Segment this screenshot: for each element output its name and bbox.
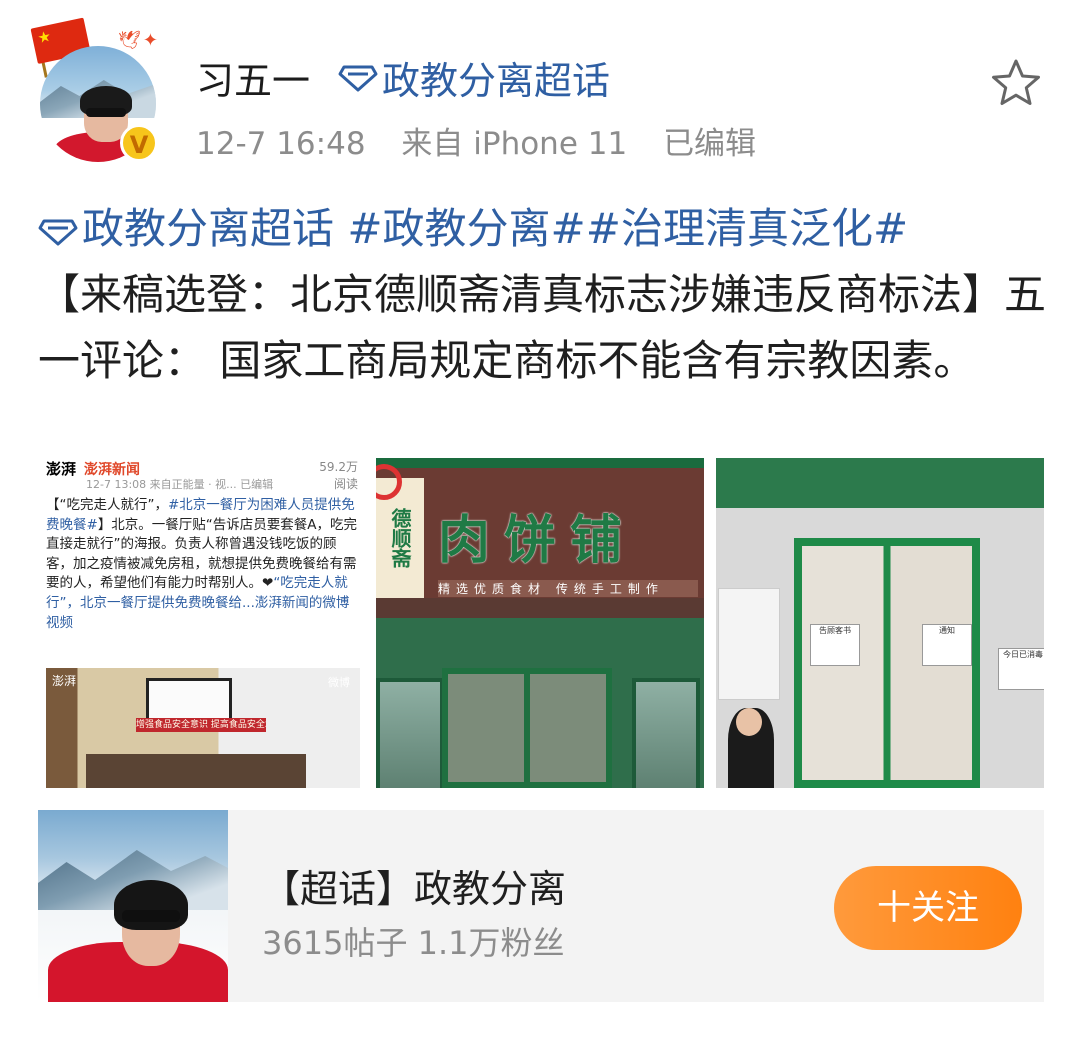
news-logo: 澎湃 bbox=[46, 458, 77, 479]
post-edited: 已编辑 bbox=[663, 126, 757, 162]
hashtag-links[interactable]: #政教分离##治理清真泛化# bbox=[334, 204, 908, 253]
weibo-watermark: 微博 bbox=[328, 676, 350, 689]
shop-sign-image[interactable]: 德顺斋 肉饼铺 精选优质食材 传统手工制作 bbox=[376, 458, 704, 788]
super-topic-inline-link[interactable]: 政教分离超话 bbox=[82, 204, 334, 253]
super-topic-name: 政教分离超话 bbox=[382, 59, 611, 103]
shop-sign-slogan: 精选优质食材 传统手工制作 bbox=[438, 580, 698, 597]
post-time: 12-7 16:48 bbox=[196, 126, 366, 162]
news-video-still: 增强食品安全意识 提高食品安全水平 澎湃 微博 bbox=[46, 668, 360, 788]
author-avatar[interactable]: 🕊✦ V bbox=[30, 17, 160, 162]
super-topic-title: 【超话】政教分离 bbox=[262, 867, 567, 911]
wall-poster bbox=[718, 588, 780, 700]
news-view-count: 59.2万 阅读 bbox=[319, 460, 358, 491]
verified-v-icon: V bbox=[120, 124, 158, 162]
door-notice: 通知 bbox=[922, 624, 972, 666]
super-topic-stats: 3615帖子 1.1万粉丝 bbox=[262, 924, 565, 962]
super-topic-diamond-icon bbox=[38, 219, 78, 245]
shop-sign-title: 肉饼铺 bbox=[438, 511, 637, 571]
super-topic-link[interactable]: 政教分离超话 bbox=[338, 50, 610, 105]
super-topic-card[interactable]: 【超话】政教分离 3615帖子 1.1万粉丝 十关注 bbox=[38, 810, 1044, 1002]
post-meta: 12-7 16:48 来自 iPhone 11 已编辑 bbox=[196, 118, 782, 163]
post-body-text: 【来稿选登：北京德顺斋清真标志涉嫌违反商标法】五一评论： 国家工商局规定商标不能… bbox=[38, 270, 1047, 385]
super-topic-diamond-icon bbox=[338, 65, 378, 91]
door-notice: 今日已消毒 bbox=[998, 648, 1044, 690]
news-body: 【“吃完走人就行”，#北京一餐厅为困难人员提供免费晚餐#】北京。一餐厅贴“告诉店… bbox=[46, 497, 358, 631]
post-source: 来自 iPhone 11 bbox=[401, 126, 628, 162]
star-icon[interactable] bbox=[988, 56, 1044, 110]
news-screenshot-image[interactable]: 澎湃 澎湃新闻 59.2万 阅读 12-7 13:08 来自正能量 · 视... … bbox=[38, 458, 366, 788]
post-content: 政教分离超话 #政教分离##治理清真泛化# 【来稿选登：北京德顺斋清真标志涉嫌违… bbox=[38, 196, 1058, 394]
shop-door-image[interactable]: 告顾客书 通知 今日已消毒 bbox=[716, 458, 1044, 788]
follow-button[interactable]: 十关注 bbox=[834, 866, 1022, 950]
door-notice: 告顾客书 bbox=[810, 624, 860, 666]
author-name[interactable]: 习五一 bbox=[196, 50, 310, 105]
news-watermark: 澎湃 bbox=[52, 674, 77, 688]
restaurant-banner: 增强食品安全意识 提高食品安全水平 bbox=[136, 718, 266, 732]
news-meta: 12-7 13:08 来自正能量 · 视... 已编辑 bbox=[86, 478, 274, 491]
hashtag-line: 政教分离超话 #政教分离##治理清真泛化# bbox=[38, 196, 1058, 262]
super-topic-cover bbox=[38, 810, 228, 1002]
bird-decoration-icon: 🕊✦ bbox=[118, 30, 160, 51]
shop-sign: 德顺斋 肉饼铺 精选优质食材 传统手工制作 bbox=[376, 458, 704, 598]
shop-facade bbox=[376, 618, 704, 788]
